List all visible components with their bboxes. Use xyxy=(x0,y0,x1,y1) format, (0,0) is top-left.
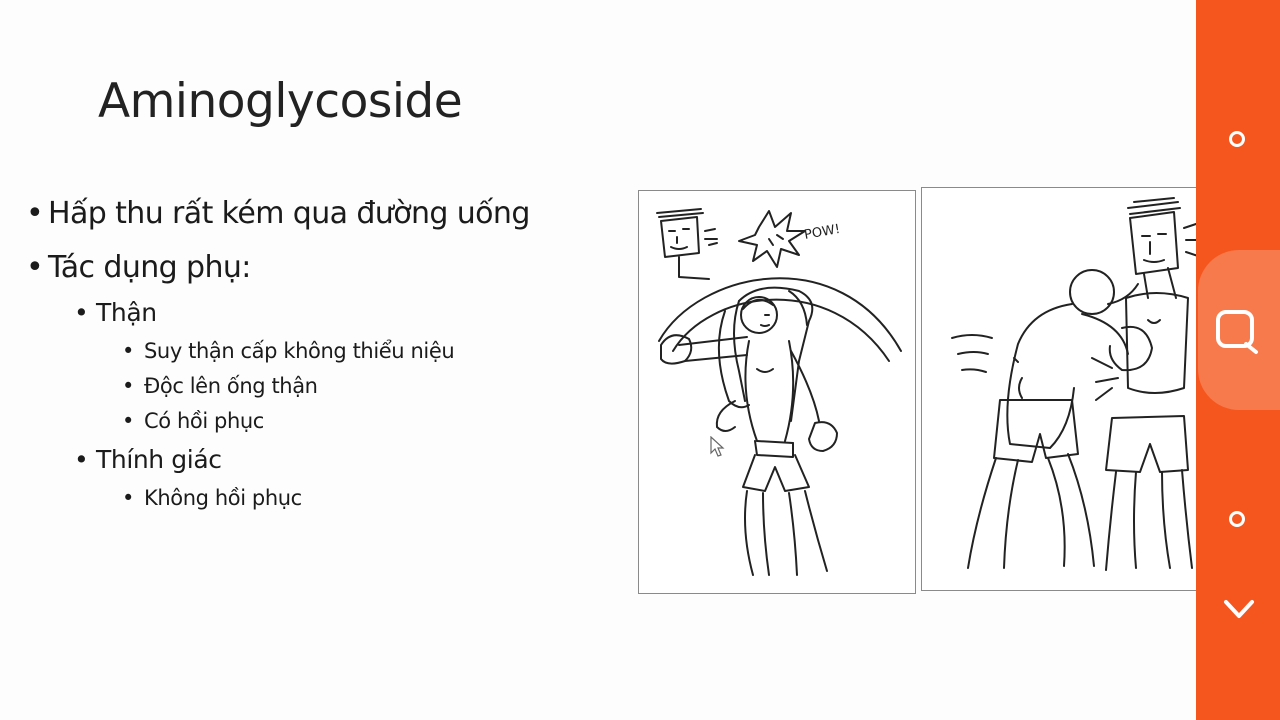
cartoon-panel-right xyxy=(921,187,1201,591)
circle-icon[interactable] xyxy=(1229,511,1245,527)
slide-title: Aminoglycoside xyxy=(98,74,463,129)
bullet-item: • Không hồi phục xyxy=(122,486,302,510)
bullet-item: • Thận xyxy=(74,298,157,327)
pow-text: POW! xyxy=(803,222,841,243)
bullet-item: • Hấp thu rất kém qua đường uống xyxy=(26,196,530,231)
bullet-item: • Có hồi phục xyxy=(122,409,264,433)
bullet-item: • Thính giác xyxy=(74,445,222,474)
bullet-item: • Suy thận cấp không thiểu niệu xyxy=(122,339,455,363)
bullet-item: • Độc lên ống thận xyxy=(122,374,318,398)
circle-icon[interactable] xyxy=(1229,131,1245,147)
search-icon[interactable] xyxy=(1212,306,1264,362)
mouse-cursor-icon xyxy=(710,436,725,457)
presentation-slide: Aminoglycoside • Hấp thu rất kém qua đườ… xyxy=(0,0,1201,720)
bullet-item: • Tác dụng phụ: xyxy=(26,250,251,285)
cartoon-panel-left: POW! xyxy=(638,190,916,594)
chevron-down-icon[interactable] xyxy=(1222,596,1256,626)
